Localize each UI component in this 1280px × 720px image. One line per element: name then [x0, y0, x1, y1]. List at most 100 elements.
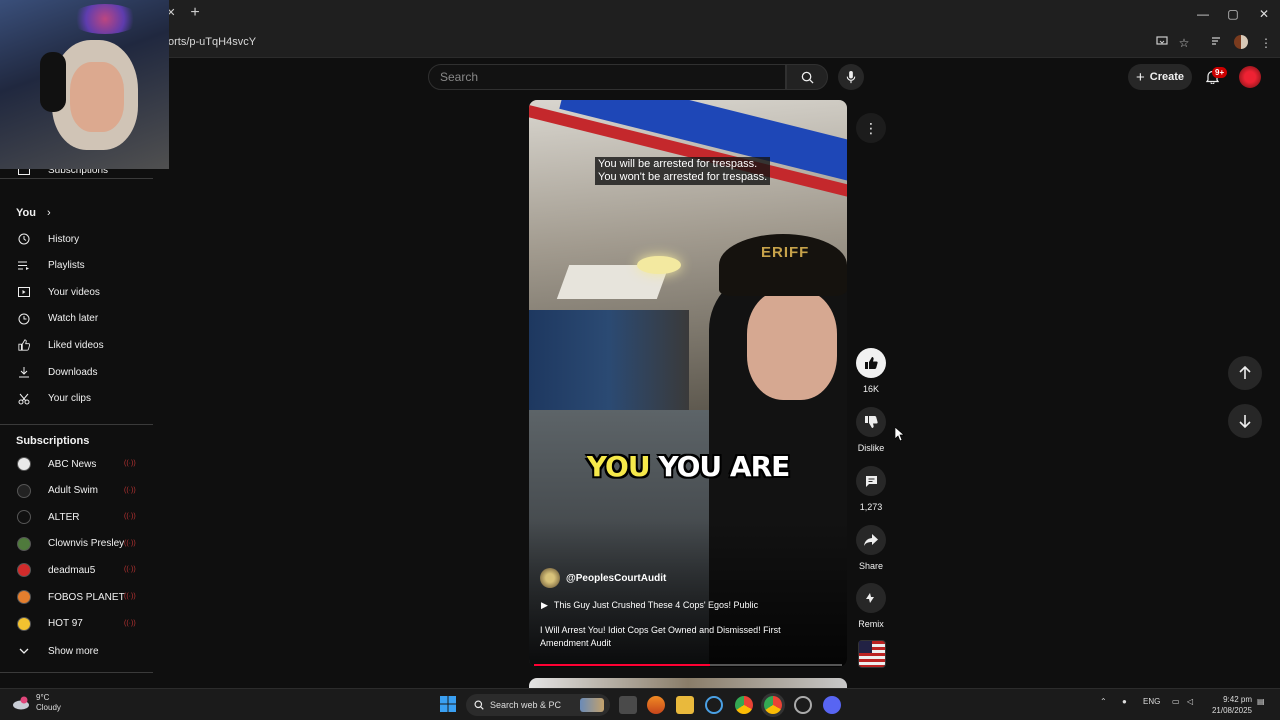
sidebar-item-playlists[interactable]: Playlists — [0, 253, 153, 279]
video-menu-boards — [529, 310, 689, 420]
volume-icon[interactable]: ◁ — [1187, 697, 1193, 706]
scissors-icon — [17, 392, 31, 406]
subscription-item[interactable]: HOT 97 ((·)) — [0, 611, 153, 637]
task-view-icon[interactable] — [619, 696, 637, 714]
file-explorer-icon[interactable] — [676, 696, 694, 714]
you-heading[interactable]: You › — [16, 207, 51, 219]
live-indicator-icon: ((·)) — [124, 513, 136, 521]
more-options-button[interactable]: ⋮ — [856, 113, 886, 143]
notification-center-icon[interactable]: ▤ — [1257, 697, 1265, 706]
taskbar-search-label: Search web & PC — [490, 700, 562, 710]
subscription-item[interactable]: Clownvis Presley ((·)) — [0, 531, 153, 557]
account-avatar[interactable] — [1239, 66, 1261, 88]
language-indicator[interactable]: ENG — [1143, 697, 1160, 706]
audio-source-thumbnail[interactable] — [858, 640, 886, 668]
remix-button[interactable] — [856, 583, 886, 613]
minimize-button[interactable]: — — [1188, 4, 1218, 24]
weather-temperature: 9°C — [36, 693, 50, 702]
microphone-tray-icon[interactable]: ● — [1122, 697, 1127, 706]
arrow-down-icon — [1239, 415, 1251, 428]
playlist-title: This Guy Just Crushed These 4 Cops' Egos… — [553, 600, 759, 610]
live-indicator-icon: ((·)) — [124, 566, 136, 574]
video-officer-face — [747, 290, 837, 400]
windows-taskbar: 9°C Cloudy Search web & PC ⌃ ● ENG ▭ ◁ 9… — [0, 688, 1280, 720]
search-input[interactable] — [429, 65, 759, 89]
show-more-button[interactable]: Show more — [0, 638, 153, 664]
sidebar-item-downloads[interactable]: Downloads — [0, 359, 153, 385]
share-button[interactable] — [856, 525, 886, 555]
tray-chevron-up-icon[interactable]: ⌃ — [1100, 697, 1107, 706]
sidebar-item-your-videos[interactable]: Your videos — [0, 279, 153, 305]
tab-search-icon[interactable] — [1208, 34, 1226, 52]
like-button[interactable] — [856, 348, 886, 378]
webcam-headphones — [40, 52, 66, 112]
cast-icon[interactable] — [1153, 34, 1171, 52]
subscription-name: deadmau5 — [48, 564, 96, 576]
share-icon — [864, 534, 878, 546]
dislike-action: Dislike — [850, 407, 892, 453]
bookmark-star-icon[interactable]: ☆ — [1175, 34, 1193, 52]
search-button[interactable] — [786, 64, 828, 90]
taskbar-clock[interactable]: 9:42 pm 21/08/2025 — [1206, 694, 1252, 716]
brave-browser-icon[interactable] — [647, 696, 665, 714]
watch-later-icon — [17, 312, 31, 326]
maximize-button[interactable]: ▢ — [1218, 4, 1248, 24]
windows-start-icon[interactable] — [440, 696, 458, 714]
comment-count: 1,273 — [859, 502, 883, 512]
discord-icon[interactable] — [823, 696, 841, 714]
chrome-icon[interactable] — [735, 696, 753, 714]
close-window-button[interactable]: ✕ — [1249, 4, 1279, 24]
playlist-link[interactable]: ▶ This Guy Just Crushed These 4 Cops' Eg… — [541, 600, 758, 611]
previous-short-button[interactable] — [1228, 356, 1262, 390]
channel-avatar[interactable] — [540, 568, 560, 588]
browser-tab-strip: ✕ + — ▢ ✕ — [0, 0, 1280, 28]
video-subtitle: You will be arrested for trespass. You w… — [595, 157, 771, 185]
create-button[interactable]: + Create — [1128, 64, 1192, 90]
live-indicator-icon: ((·)) — [124, 593, 136, 600]
network-icon[interactable]: ▭ — [1172, 697, 1180, 706]
cortana-icon[interactable] — [705, 696, 723, 714]
channel-name[interactable]: @PeoplesCourtAudit — [566, 573, 666, 584]
thumbs-down-icon — [865, 416, 878, 428]
weather-widget[interactable]: 9°C Cloudy — [12, 693, 61, 713]
webcam-face — [70, 62, 124, 132]
sidebar-item-watch-later[interactable]: Watch later — [0, 306, 153, 332]
channel-avatar — [17, 510, 31, 525]
subscription-item[interactable]: ALTER ((·)) — [0, 504, 153, 530]
search-box — [428, 64, 786, 90]
dislike-button[interactable] — [856, 407, 886, 437]
voice-search-button[interactable] — [838, 64, 864, 90]
microphone-icon — [846, 70, 856, 83]
share-label: Share — [858, 561, 884, 571]
address-bar[interactable]: orts/p-uTqH4svcY — [168, 36, 256, 48]
video-progress-fill — [534, 664, 710, 666]
subscriptions-heading[interactable]: Subscriptions — [16, 435, 89, 447]
live-indicator-icon: ((·)) — [124, 539, 136, 547]
sidebar-item-liked-videos[interactable]: Liked videos — [0, 332, 153, 358]
video-title[interactable]: I Will Arrest You! Idiot Cops Get Owned … — [540, 624, 810, 650]
next-short-button[interactable] — [1228, 404, 1262, 438]
live-indicator-icon: ((·)) — [124, 460, 136, 467]
taskbar-search[interactable]: Search web & PC — [466, 694, 610, 716]
video-progress-bar[interactable] — [534, 664, 842, 666]
shorts-video-player[interactable]: ERIFF You will be arrested for trespass.… — [529, 100, 847, 667]
chevron-right-icon: › — [47, 207, 51, 219]
browser-profile-avatar[interactable] — [1234, 35, 1248, 49]
chrome-active-icon[interactable] — [764, 696, 782, 714]
subscription-item[interactable]: deadmau5 ((·)) — [0, 557, 153, 583]
comments-button[interactable] — [856, 466, 886, 496]
new-tab-button[interactable]: + — [186, 4, 204, 22]
subscription-item[interactable]: FOBOS PLANET ((·)) — [0, 584, 153, 610]
browser-menu-icon[interactable]: ⋮ — [1257, 34, 1275, 52]
sidebar-item-your-clips[interactable]: Your clips — [0, 386, 153, 412]
remix-label: Remix — [858, 619, 884, 629]
weather-condition: Cloudy — [36, 703, 61, 712]
sidebar-item-label: Playlists — [48, 260, 85, 272]
sidebar-item-history[interactable]: History — [0, 226, 153, 252]
sidebar-item-label: Your clips — [48, 393, 91, 405]
subscription-item[interactable]: ABC News ((·)) — [0, 451, 153, 477]
channel-avatar — [17, 483, 31, 498]
subscription-item[interactable]: Adult Swim ((·)) — [0, 478, 153, 504]
channel-row[interactable]: @PeoplesCourtAudit — [540, 568, 666, 588]
steam-icon[interactable] — [794, 696, 812, 714]
